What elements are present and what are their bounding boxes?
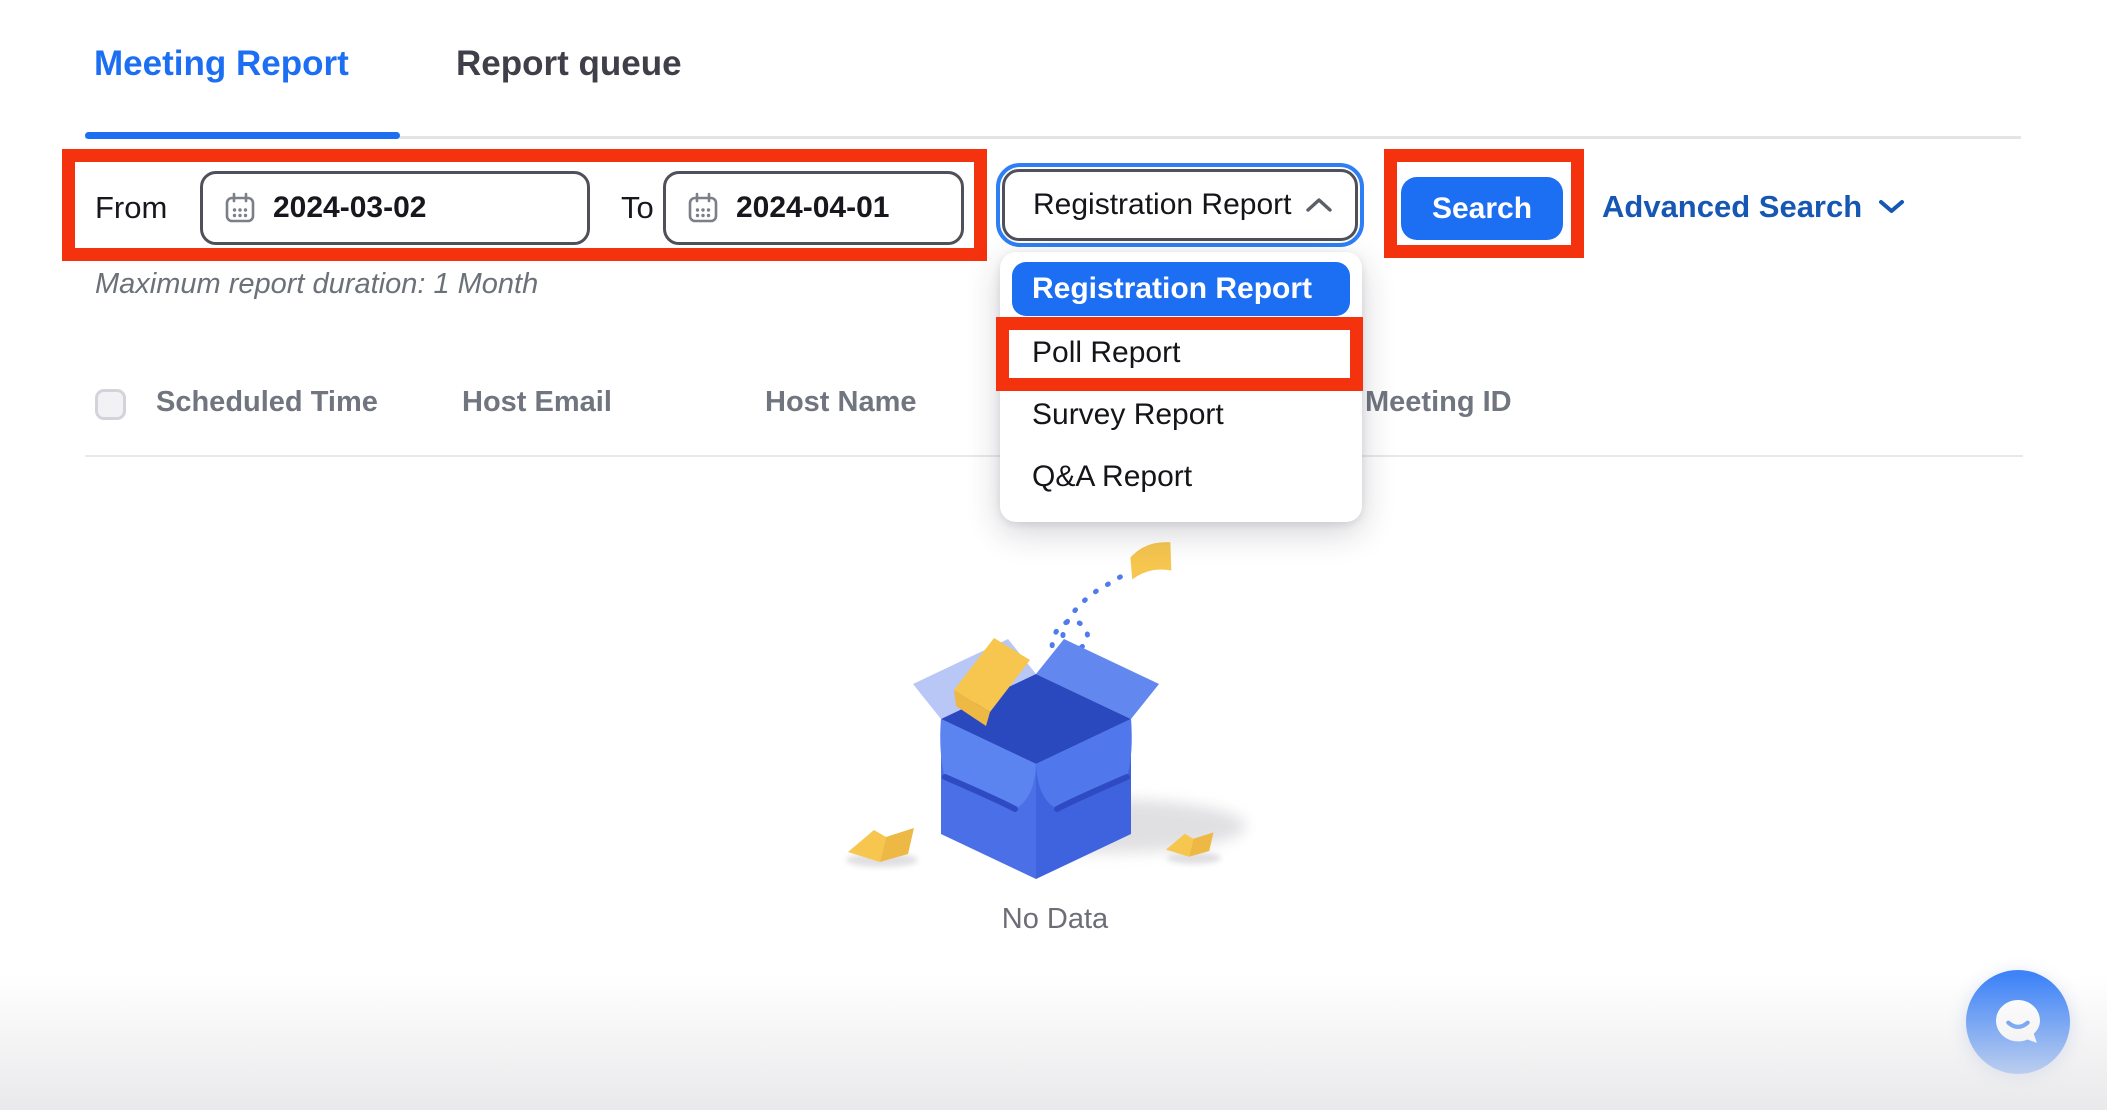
report-type-selected-value: Registration Report <box>1033 188 1291 222</box>
column-host-email: Host Email <box>462 386 612 419</box>
menu-option-qa-report[interactable]: Q&A Report <box>1012 446 1350 508</box>
chat-launcher-button[interactable] <box>1966 970 2070 1074</box>
empty-state-label: No Data <box>838 903 1272 936</box>
column-host-name: Host Name <box>765 386 917 419</box>
report-type-select[interactable]: Registration Report <box>996 163 1364 247</box>
to-label: To <box>621 190 654 226</box>
report-type-menu: Registration Report Poll Report Survey R… <box>1000 252 1362 522</box>
calendar-icon <box>686 191 720 225</box>
tab-meeting-report[interactable]: Meeting Report <box>94 44 349 84</box>
chevron-down-icon <box>1878 198 1905 216</box>
active-tab-underline <box>85 132 400 139</box>
chevron-up-icon <box>1305 195 1333 215</box>
menu-option-survey-report[interactable]: Survey Report <box>1012 384 1350 446</box>
to-date-value: 2024-04-01 <box>736 191 889 225</box>
advanced-search-link[interactable]: Advanced Search <box>1602 189 1905 225</box>
menu-option-poll-report[interactable]: Poll Report <box>1012 322 1350 384</box>
from-date-input[interactable]: 2024-03-02 <box>200 171 590 245</box>
advanced-search-label: Advanced Search <box>1602 189 1862 225</box>
from-label: From <box>95 190 167 226</box>
max-duration-note: Maximum report duration: 1 Month <box>95 268 538 301</box>
menu-option-registration-report[interactable]: Registration Report <box>1012 262 1350 316</box>
calendar-icon <box>223 191 257 225</box>
select-all-checkbox[interactable] <box>95 389 126 420</box>
search-button[interactable]: Search <box>1401 177 1563 240</box>
column-scheduled-time: Scheduled Time <box>156 386 378 419</box>
bottom-gradient <box>0 975 2107 1110</box>
chat-bubble-icon <box>1987 991 2049 1053</box>
column-meeting-id: Meeting ID <box>1365 386 1512 419</box>
no-data-box-illustration <box>838 536 1272 916</box>
tab-report-queue[interactable]: Report queue <box>456 44 682 84</box>
meeting-report-page: Meeting Report Report queue From 2024-03… <box>0 0 2107 1110</box>
to-date-input[interactable]: 2024-04-01 <box>663 171 964 245</box>
from-date-value: 2024-03-02 <box>273 191 426 225</box>
